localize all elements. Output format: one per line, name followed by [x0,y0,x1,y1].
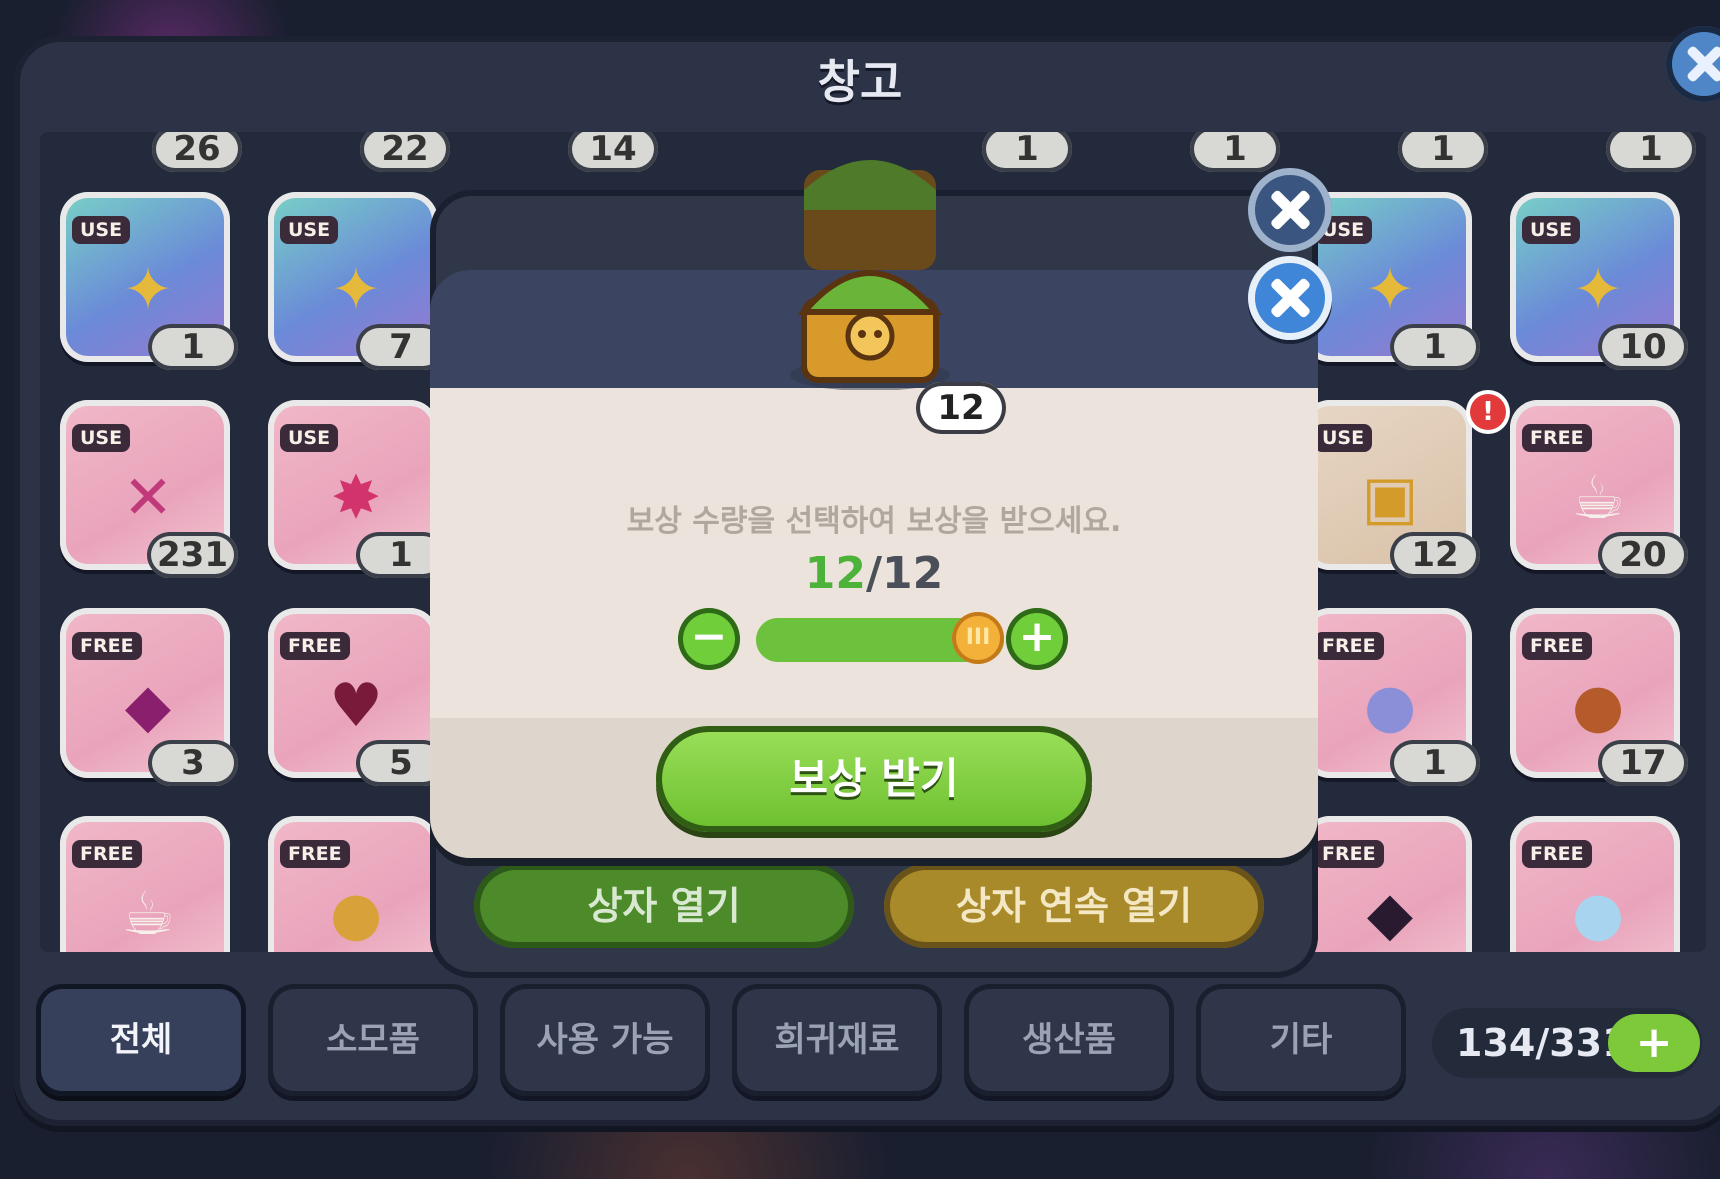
bread-icon: ● [329,879,383,949]
item-quantity: 3 [148,740,238,786]
inventory-slot[interactable]: USE ✕ 231 [60,400,238,578]
treasure-chest-icon [790,270,950,390]
open-chest-repeat-button[interactable]: 상자 연속 열기 [884,864,1264,948]
item-count: 22 [360,132,450,172]
open-chest-button[interactable]: 상자 열기 [474,864,854,948]
free-badge: FREE [72,632,142,660]
use-badge: USE [1314,424,1373,452]
slime-icon: ● [1571,879,1625,949]
capacity-text: 134/331 [1456,1021,1629,1065]
item-count: 1 [1190,132,1280,172]
free-badge: FREE [1314,632,1384,660]
storage-capacity: 134/331 + [1432,1008,1702,1078]
use-badge: USE [72,424,131,452]
item-quantity: 12 [1390,532,1480,578]
window-title: 창고 [817,55,903,109]
free-badge: FREE [280,632,350,660]
use-badge: USE [1522,216,1581,244]
free-badge: FREE [1522,840,1592,868]
tab-rare-materials[interactable]: 희귀재료 [732,984,942,1096]
inventory-slot[interactable]: FREE ☕ 20 [1510,400,1688,578]
use-badge: USE [280,216,339,244]
total-amount: /12 [865,548,944,599]
item-quantity: 1 [1390,324,1480,370]
item-quantity: 20 [1598,532,1688,578]
inventory-slot[interactable]: FREE ☕ [60,816,230,952]
item-quantity: 17 [1598,740,1688,786]
item-count: 1 [1606,132,1696,172]
use-badge: USE [280,424,339,452]
item-quantity: 231 [147,532,238,578]
inventory-slot[interactable]: USE ✦ 7 [268,192,446,370]
use-badge: USE [72,216,131,244]
chest-count-badge: 12 [916,382,1006,434]
item-quantity: 1 [1390,740,1480,786]
free-badge: FREE [72,840,142,868]
item-count: 1 [982,132,1072,172]
expand-storage-button[interactable]: + [1608,1014,1700,1072]
increase-button[interactable]: + [1006,608,1068,670]
tab-consumables[interactable]: 소모품 [268,984,478,1096]
dialog-close-button[interactable] [1248,256,1332,340]
alert-badge: ! [1470,394,1506,430]
item-quantity: 1 [148,324,238,370]
dark-crystal-icon: ◆ [1366,879,1414,949]
tab-products[interactable]: 생산품 [964,984,1174,1096]
inventory-slot[interactable]: FREE ● [1510,816,1680,952]
inventory-slot[interactable]: USE ✸ 1 [268,400,446,578]
selected-amount: 12 [804,548,866,599]
free-badge: FREE [1522,424,1592,452]
item-count: 26 [152,132,242,172]
free-badge: FREE [1314,840,1384,868]
tab-all[interactable]: 전체 [36,984,246,1096]
latte-icon: ☕ [121,879,175,949]
inventory-slot[interactable]: FREE ♥ 5 [268,608,446,786]
tab-other[interactable]: 기타 [1196,984,1406,1096]
slider-handle[interactable]: III [952,612,1004,664]
reward-amount: 12/12 [430,548,1318,599]
inventory-slot[interactable]: USE ✦ 10 [1510,192,1688,370]
inventory-slot[interactable]: FREE ● 1 [1302,608,1480,786]
tab-usable[interactable]: 사용 가능 [500,984,710,1096]
back-dialog-close-button[interactable] [1248,168,1332,252]
item-count: 14 [568,132,658,172]
inventory-slot[interactable]: FREE ● [268,816,438,952]
inventory-slot[interactable]: USE ✦ 1 [60,192,238,370]
inventory-slot[interactable]: USE ▣ 12 [1302,400,1480,578]
inventory-slot[interactable]: FREE ◆ [1302,816,1472,952]
inventory-slot[interactable]: FREE ◆ 3 [60,608,238,786]
item-quantity: 10 [1598,324,1688,370]
reward-instruction: 보상 수량을 선택하여 보상을 받으세요. [626,504,1122,539]
inventory-slot[interactable]: FREE ● 17 [1510,608,1688,786]
claim-reward-button[interactable]: 보상 받기 [656,726,1092,832]
item-count: 1 [1398,132,1488,172]
free-badge: FREE [280,840,350,868]
free-badge: FREE [1522,632,1592,660]
decrease-button[interactable]: − [678,608,740,670]
